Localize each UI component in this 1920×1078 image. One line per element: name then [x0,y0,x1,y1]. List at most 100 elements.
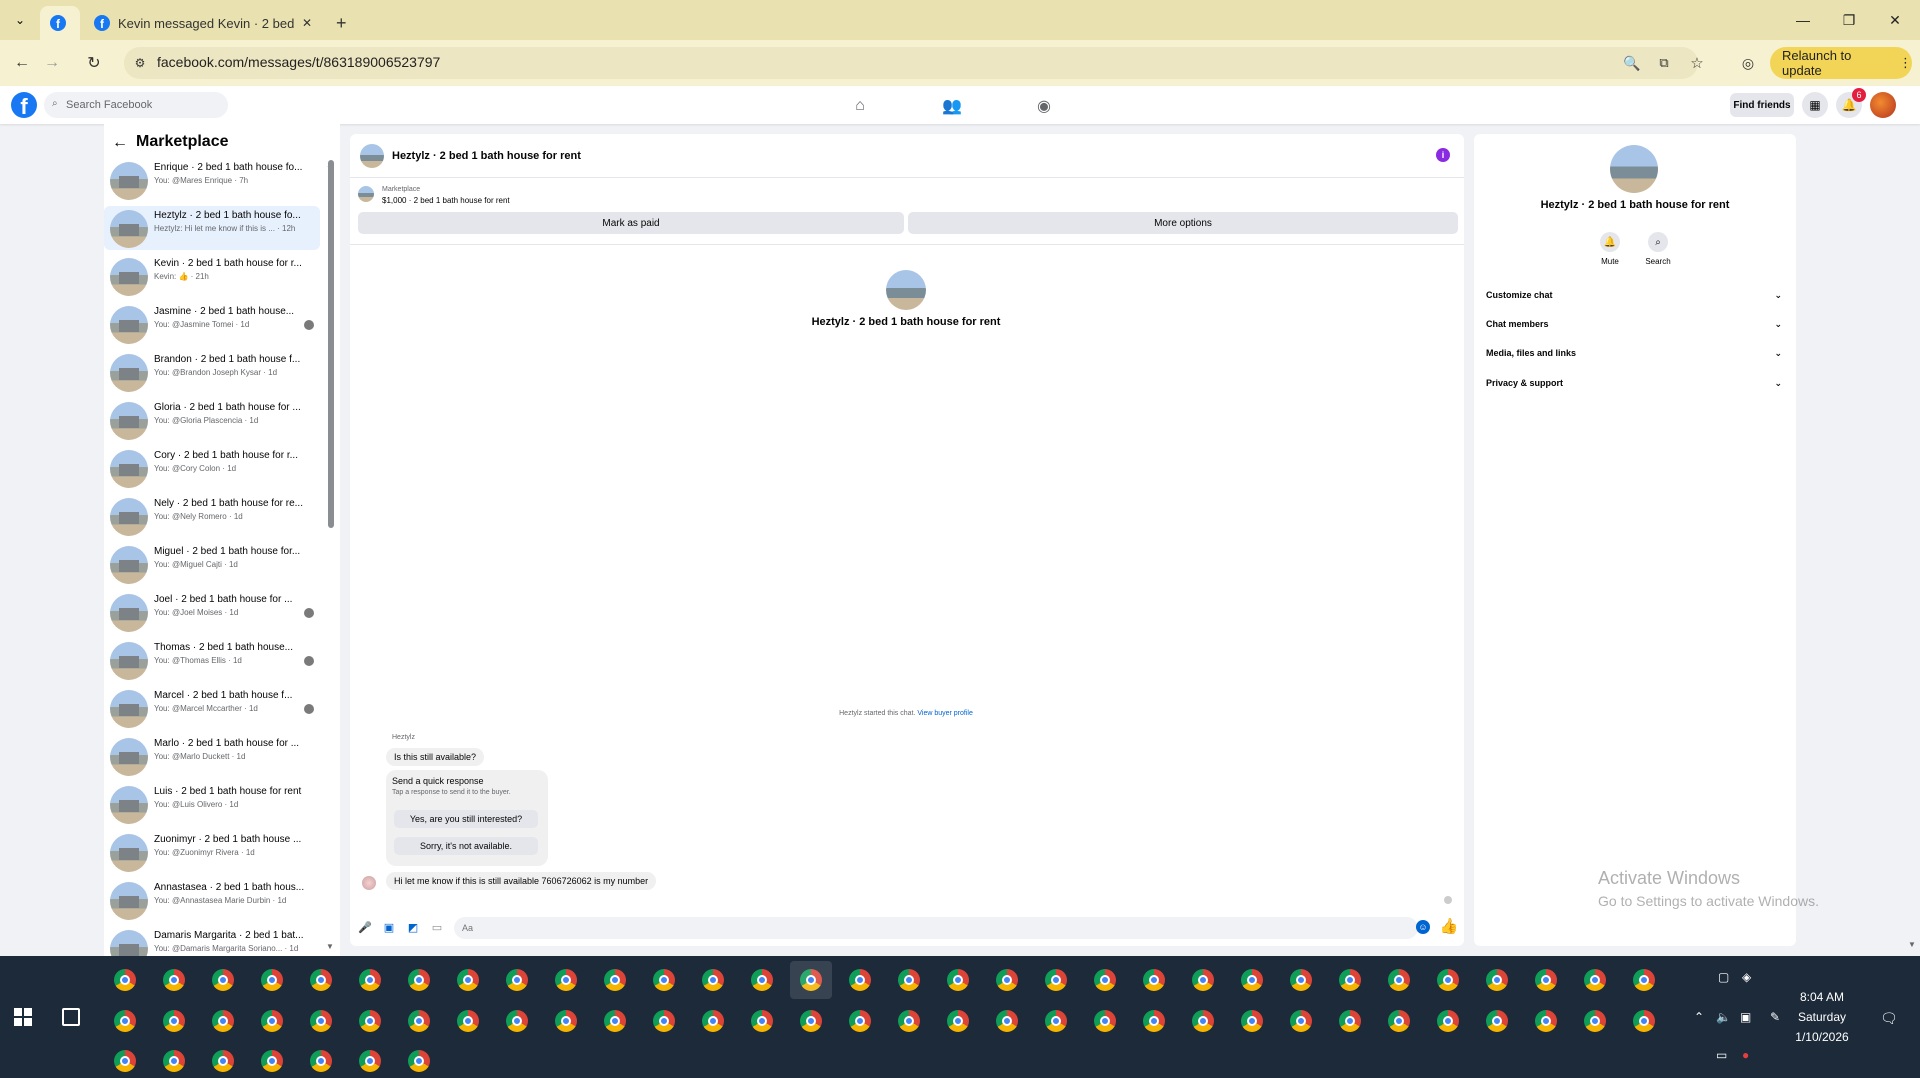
menu-grid-icon[interactable]: ▦ [1802,92,1828,118]
chrome-taskbar-icon[interactable] [506,1010,528,1032]
chrome-taskbar-icon[interactable] [114,969,136,991]
chrome-taskbar-icon[interactable] [212,969,234,991]
bookmark-star-icon[interactable]: ☆ [1685,51,1709,75]
chat-members-row[interactable]: Chat members ⌄ [1486,314,1782,334]
chrome-taskbar-icon[interactable] [359,969,381,991]
url-text[interactable]: facebook.com/messages/t/863189006523797 [157,54,440,70]
conversation-item[interactable]: Annastasea · 2 bed 1 bath hous... You: @A… [104,878,320,922]
tab-kevin-messaged[interactable]: f Kevin messaged Kevin · 2 bed 1 ✕ [84,6,324,40]
details-avatar[interactable] [1610,145,1658,193]
windows-start-icon[interactable] [14,1008,32,1026]
chrome-taskbar-icon[interactable] [457,1010,479,1032]
chrome-taskbar-icon[interactable] [1241,969,1263,991]
network-icon[interactable]: ▣ [1740,1010,1751,1024]
chrome-taskbar-icon[interactable] [1633,969,1655,991]
conversation-item[interactable]: Gloria · 2 bed 1 bath house for ... You: … [104,398,320,442]
quick-response-yes-button[interactable]: Yes, are you still interested? [394,810,538,828]
chrome-taskbar-icon[interactable] [849,969,871,991]
chrome-taskbar-icon[interactable] [163,1010,185,1032]
chrome-taskbar-icon[interactable] [555,1010,577,1032]
left-scrollbar[interactable] [328,160,334,528]
chrome-taskbar-icon[interactable] [359,1010,381,1032]
chrome-taskbar-icon[interactable] [898,1010,920,1032]
chrome-taskbar-icon[interactable] [1388,969,1410,991]
chrome-taskbar-icon[interactable] [751,1010,773,1032]
chrome-taskbar-icon[interactable] [1486,1010,1508,1032]
chrome-taskbar-icon[interactable] [1241,1010,1263,1032]
conversation-item[interactable]: Brandon · 2 bed 1 bath house f... You: @B… [104,350,320,394]
facebook-search-input[interactable]: ⌕ Search Facebook [44,92,228,118]
show-hidden-icons[interactable]: ⌃ [1694,1010,1704,1024]
view-buyer-profile-link[interactable]: View buyer profile [917,710,973,717]
conversation-item[interactable]: Thomas · 2 bed 1 bath house... You: @Thom… [104,638,320,682]
chrome-taskbar-icon[interactable] [1388,1010,1410,1032]
chrome-taskbar-icon[interactable] [1045,969,1067,991]
chrome-taskbar-icon[interactable] [261,1050,283,1072]
conversation-item[interactable]: Zuonimyr · 2 bed 1 bath house ... You: @Z… [104,830,320,874]
site-info-icon[interactable]: ⚙ [128,51,152,75]
photo-icon[interactable]: ▣ [382,920,396,934]
profile-icon[interactable]: ◎ [1736,51,1760,75]
info-icon[interactable]: i [1436,148,1450,162]
message-input[interactable] [454,917,1418,939]
chrome-taskbar-icon[interactable] [849,1010,871,1032]
chrome-taskbar-icon[interactable] [457,969,479,991]
chrome-taskbar-icon[interactable] [310,969,332,991]
chrome-taskbar-icon[interactable] [898,969,920,991]
chrome-taskbar-icon[interactable] [1437,1010,1459,1032]
chrome-taskbar-icon[interactable] [790,961,832,999]
display-icon[interactable]: ▭ [1716,1048,1727,1062]
chrome-taskbar-icon[interactable] [1143,1010,1165,1032]
conversation-item[interactable]: Miguel · 2 bed 1 bath house for... You: @… [104,542,320,586]
chrome-taskbar-icon[interactable] [1094,969,1116,991]
thumbs-up-icon[interactable]: 👍 [1440,917,1459,935]
chrome-taskbar-icon[interactable] [1437,969,1459,991]
conversation-item[interactable]: Kevin · 2 bed 1 bath house for r... Kevin… [104,254,320,298]
friends-icon[interactable]: 👥 [942,96,962,116]
chrome-taskbar-icon[interactable] [1290,1010,1312,1032]
conversation-item[interactable]: Enrique · 2 bed 1 bath house fo... You: @… [104,158,320,202]
scroll-down-icon[interactable]: ▼ [1908,940,1916,949]
chrome-taskbar-icon[interactable] [212,1010,234,1032]
microphone-icon[interactable]: 🎤 [358,920,372,934]
conversation-item[interactable]: Marcel · 2 bed 1 bath house f... You: @Ma… [104,686,320,730]
sticker-icon[interactable]: ◩ [406,920,420,934]
recording-icon[interactable]: ● [1742,1048,1749,1062]
conversation-item[interactable]: Heztylz · 2 bed 1 bath house fo... Heztyl… [104,206,320,250]
chrome-taskbar-icon[interactable] [1143,969,1165,991]
chrome-taskbar-icon[interactable] [996,969,1018,991]
chrome-taskbar-icon[interactable] [1535,969,1557,991]
forward-icon[interactable]: → [40,51,64,75]
chrome-taskbar-icon[interactable] [408,969,430,991]
pen-icon[interactable]: ✎ [1770,1010,1780,1024]
chrome-taskbar-icon[interactable] [310,1010,332,1032]
facebook-logo-icon[interactable]: f [11,92,37,118]
quick-response-no-button[interactable]: Sorry, it's not available. [394,837,538,855]
chrome-taskbar-icon[interactable] [1584,1010,1606,1032]
chrome-taskbar-icon[interactable] [114,1050,136,1072]
listing-price-line[interactable]: $1,000 · 2 bed 1 bath house for rent [382,196,510,205]
listing-thumbnail[interactable] [358,186,374,202]
chrome-taskbar-icon[interactable] [506,969,528,991]
chrome-taskbar-icon[interactable] [1290,969,1312,991]
new-tab-button[interactable]: + [326,6,354,40]
chrome-taskbar-icon[interactable] [947,969,969,991]
install-app-icon[interactable]: ⧉ [1652,51,1676,75]
find-friends-button[interactable]: Find friends [1730,93,1794,117]
chrome-taskbar-icon[interactable] [1535,1010,1557,1032]
groups-icon[interactable]: ◉ [1034,96,1054,116]
meet-now-icon[interactable]: ▢ [1718,970,1729,984]
chrome-taskbar-icon[interactable] [1192,969,1214,991]
chrome-taskbar-icon[interactable] [653,969,675,991]
chrome-taskbar-icon[interactable] [261,1010,283,1032]
security-icon[interactable]: ◈ [1742,970,1751,984]
chrome-taskbar-icon[interactable] [1486,969,1508,991]
notification-center-icon[interactable]: 🗨 [1880,1010,1898,1027]
chrome-taskbar-icon[interactable] [996,1010,1018,1032]
privacy-support-row[interactable]: Privacy & support ⌄ [1486,373,1782,393]
chrome-taskbar-icon[interactable] [947,1010,969,1032]
tab-close-icon[interactable]: ✕ [302,16,312,30]
chat-header-title[interactable]: Heztylz · 2 bed 1 bath house for rent [392,150,581,162]
tab-search-dropdown[interactable]: ⌄ [8,8,32,32]
task-view-icon[interactable] [62,1008,80,1026]
